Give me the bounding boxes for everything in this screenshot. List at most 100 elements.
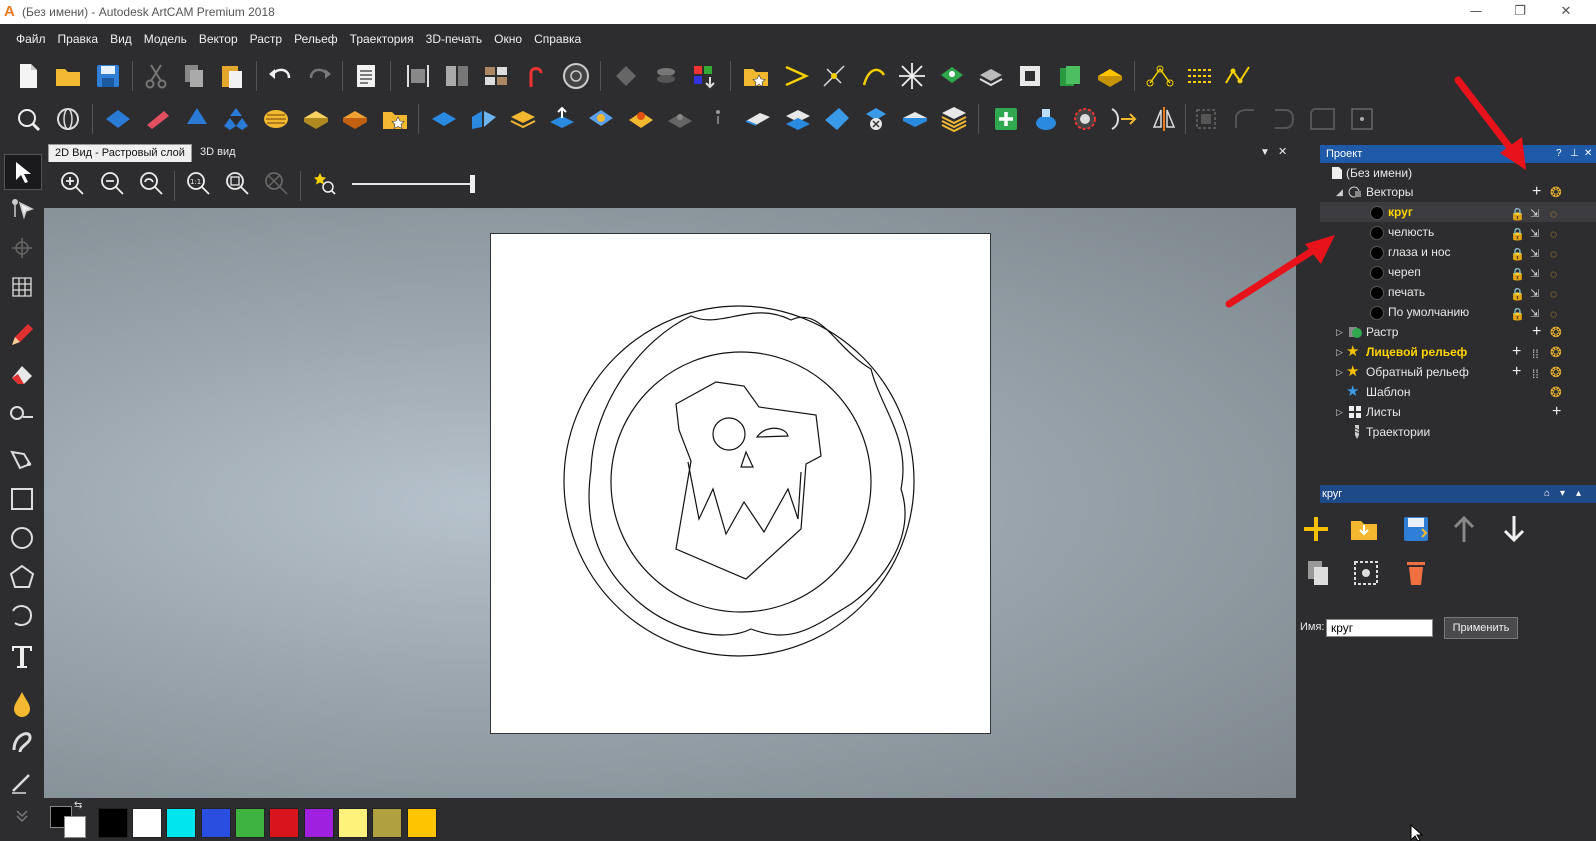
blade-icon[interactable] [742, 103, 774, 135]
text-tool-icon[interactable] [4, 639, 40, 673]
layer-color-dot[interactable] [1370, 306, 1384, 320]
vector-layer-row[interactable]: круг 🔒 ⇲ ◌ [1320, 202, 1596, 222]
add-layer-plus-icon[interactable]: + [1532, 184, 1548, 200]
lock-icon[interactable]: 🔒 [1510, 304, 1526, 321]
shading-slider-handle[interactable] [470, 175, 475, 193]
center-point-icon[interactable] [1346, 103, 1378, 135]
palette-swatch[interactable] [338, 808, 368, 838]
bulb-icon[interactable]: ❂ [1550, 384, 1566, 400]
bracket-arrow-icon[interactable] [1108, 103, 1140, 135]
zoom-actual-icon[interactable]: 1:1 [182, 167, 214, 199]
tree-vectors[interactable]: ◢ Векторы + ❂ [1320, 182, 1596, 202]
grid-dots-icon[interactable]: ⁞⁞ [1532, 344, 1548, 361]
background-color-swatch[interactable] [64, 816, 86, 838]
palette-swatch[interactable] [372, 808, 402, 838]
arc-icon[interactable] [4, 599, 40, 633]
visibility-bulb-icon[interactable]: ◌ [1550, 204, 1566, 221]
multi-layer-icon[interactable] [938, 103, 970, 135]
palette-swatch[interactable] [407, 808, 437, 838]
blue-tile-icon[interactable] [428, 103, 460, 135]
menu-raster[interactable]: Растр [244, 28, 288, 50]
blue-plane-icon[interactable] [102, 103, 134, 135]
notes-icon[interactable] [350, 60, 382, 92]
polyline-icon[interactable] [1222, 60, 1254, 92]
measure-icon[interactable] [4, 396, 40, 430]
menu-file[interactable]: Файл [10, 28, 52, 50]
green-sheets-icon[interactable] [1054, 60, 1086, 92]
move-layer-down-icon[interactable] [1496, 511, 1532, 547]
visibility-bulb-icon[interactable]: ◌ [1550, 244, 1566, 261]
red-sweep-icon[interactable] [142, 103, 174, 135]
blue-lift-icon[interactable] [546, 103, 578, 135]
grey-cone-icon[interactable] [664, 103, 696, 135]
visibility-bulb-icon[interactable]: ◌ [1550, 284, 1566, 301]
eraser-icon[interactable] [4, 357, 40, 391]
shading-slider-track[interactable] [352, 183, 474, 185]
menu-3d-print[interactable]: 3D-печать [420, 28, 489, 50]
zoom-window-icon[interactable] [12, 103, 44, 135]
yellow-relief-icon[interactable] [1094, 60, 1126, 92]
new-layer-plus-icon[interactable] [1298, 511, 1334, 547]
close-button[interactable]: ✕ [1546, 2, 1586, 22]
sculpt-hand-icon[interactable] [4, 726, 40, 760]
bulb-icon[interactable]: ❂ [1550, 324, 1566, 340]
blue-white-stack-icon[interactable] [782, 103, 814, 135]
drawing-sheet[interactable] [490, 233, 991, 734]
menu-help[interactable]: Справка [528, 28, 587, 50]
circle-icon[interactable] [4, 521, 40, 555]
layer-panel-home-icon[interactable]: ⌂ [1544, 485, 1550, 503]
vector-layer-row[interactable]: челюсть 🔒 ⇲ ◌ [1320, 222, 1596, 242]
expand-caret-icon[interactable]: ▷ [1336, 402, 1343, 422]
drawing-viewport[interactable] [44, 208, 1296, 798]
copy-layer-icon[interactable] [1300, 555, 1336, 591]
palette-swatch[interactable] [201, 808, 231, 838]
palette-swatch[interactable] [304, 808, 334, 838]
palette-swatch[interactable] [132, 808, 162, 838]
tab-3d-view[interactable]: 3D вид [194, 144, 242, 161]
expand-caret-icon[interactable]: ▷ [1336, 322, 1343, 342]
layer-edit-icon[interactable]: ⇲ [1530, 224, 1546, 240]
select-layer-icon[interactable] [1348, 555, 1384, 591]
menu-vector[interactable]: Вектор [193, 28, 244, 50]
green-plus-icon[interactable] [990, 103, 1022, 135]
expand-caret-icon[interactable]: ▷ [1336, 342, 1343, 362]
more-tools-icon[interactable] [4, 798, 40, 832]
vector-layer-row[interactable]: По умолчанию 🔒 ⇲ ◌ [1320, 302, 1596, 322]
blue-fold-icon[interactable] [468, 103, 500, 135]
star-zoom-icon[interactable] [308, 167, 340, 199]
node-edit-icon[interactable] [818, 60, 850, 92]
tree-back-relief[interactable]: ▷ ★ Обратный рельеф + ⁞⁞ ❂ [1320, 362, 1596, 382]
diamond-tool-icon[interactable] [610, 60, 642, 92]
menu-edit[interactable]: Правка [52, 28, 105, 50]
palette-swatch[interactable] [235, 808, 265, 838]
move-layer-up-icon[interactable] [1446, 511, 1482, 547]
minimize-button[interactable]: — [1456, 2, 1496, 22]
add-layer-plus-icon[interactable]: + [1532, 324, 1548, 340]
zoom-in-icon[interactable] [56, 167, 88, 199]
paste-icon[interactable] [216, 60, 248, 92]
visibility-bulb-icon[interactable]: ◌ [1550, 304, 1566, 321]
blue-spin-icon[interactable] [181, 103, 213, 135]
rounded-rect-icon[interactable] [1307, 103, 1339, 135]
menu-relief[interactable]: Рельеф [288, 28, 344, 50]
layer-edit-icon[interactable]: ⇲ [1530, 304, 1546, 320]
blue-cross-icon[interactable] [860, 103, 892, 135]
menu-model[interactable]: Модель [138, 28, 193, 50]
expand-caret-icon[interactable]: ◢ [1336, 182, 1343, 202]
pencil-icon[interactable] [4, 318, 40, 352]
polyline-draw-icon[interactable] [4, 442, 40, 476]
shape-arc-icon[interactable] [1229, 103, 1261, 135]
delete-layer-bin-icon[interactable] [1398, 555, 1434, 591]
grid-mesh-icon[interactable] [4, 270, 40, 304]
blue-gem-icon[interactable] [585, 103, 617, 135]
blue-pyramid-icon[interactable] [220, 103, 252, 135]
lock-icon[interactable]: 🔒 [1510, 244, 1526, 261]
layer-color-dot[interactable] [1370, 206, 1384, 220]
grid-dots-icon[interactable]: ⁞⁞ [1532, 364, 1548, 381]
brush-icon[interactable] [4, 766, 40, 800]
add-layer-plus-icon[interactable]: + [1512, 344, 1528, 360]
vector-layer-row[interactable]: глаза и нос 🔒 ⇲ ◌ [1320, 242, 1596, 262]
wave-lines-icon[interactable] [1184, 60, 1216, 92]
menu-window[interactable]: Окно [488, 28, 528, 50]
layer-edit-icon[interactable]: ⇲ [1530, 244, 1546, 260]
